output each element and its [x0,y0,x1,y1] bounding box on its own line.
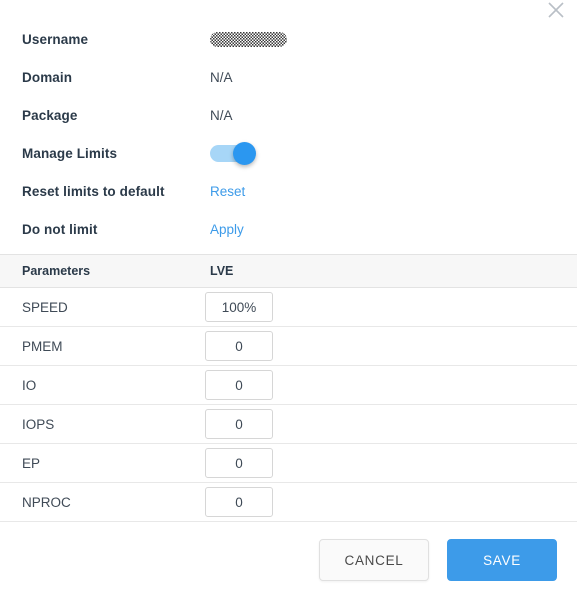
param-name-io: IO [22,377,37,393]
save-button[interactable]: SAVE [447,539,557,581]
lve-limits-dialog: Username Domain N/A Package N/A Manage L… [0,0,577,596]
table-row: EP [0,444,577,483]
info-row-manage-limits: Manage Limits [0,134,577,172]
dialog-footer: CANCEL SAVE [0,522,577,581]
info-value-domain: N/A [210,69,233,85]
info-label-reset-limits: Reset limits to default [22,183,165,199]
param-input-iops[interactable] [205,409,273,439]
column-header-parameters: Parameters [22,264,91,278]
close-icon-glyph [548,2,564,18]
table-row: SPEED [0,288,577,327]
close-icon[interactable] [543,0,569,23]
table-row: NPROC [0,483,577,522]
param-input-io[interactable] [205,370,273,400]
info-label-manage-limits: Manage Limits [22,145,118,161]
info-row-domain: Domain N/A [0,58,577,96]
param-input-nproc[interactable] [205,487,273,517]
param-input-pmem[interactable] [205,331,273,361]
parameters-table: Parameters LVE SPEED PMEM IO IOPS EP NPR… [0,254,577,522]
info-row-do-not-limit: Do not limit Apply [0,210,577,248]
param-name-iops: IOPS [22,416,55,432]
table-header-row: Parameters LVE [0,255,577,288]
info-row-reset-limits: Reset limits to default Reset [0,172,577,210]
table-row: PMEM [0,327,577,366]
do-not-limit-apply-link[interactable]: Apply [210,222,244,237]
table-row: IOPS [0,405,577,444]
param-input-ep[interactable] [205,448,273,478]
info-row-package: Package N/A [0,96,577,134]
info-value-package: N/A [210,107,233,123]
user-info-list: Username Domain N/A Package N/A Manage L… [0,0,577,248]
info-row-username: Username [0,20,577,58]
info-label-username: Username [22,31,89,47]
info-label-domain: Domain [22,69,73,85]
reset-limits-link[interactable]: Reset [210,184,245,199]
param-name-nproc: NPROC [22,494,71,510]
param-input-speed[interactable] [205,292,273,322]
info-label-do-not-limit: Do not limit [22,221,98,237]
table-row: IO [0,366,577,405]
column-header-lve: LVE [210,264,234,278]
param-name-pmem: PMEM [22,338,63,354]
info-label-package: Package [22,107,78,123]
toggle-knob [233,141,256,165]
username-redacted-value [210,31,287,47]
cancel-button[interactable]: CANCEL [319,539,429,581]
param-name-ep: EP [22,455,41,471]
manage-limits-toggle[interactable] [210,141,256,165]
param-name-speed: SPEED [22,299,68,315]
